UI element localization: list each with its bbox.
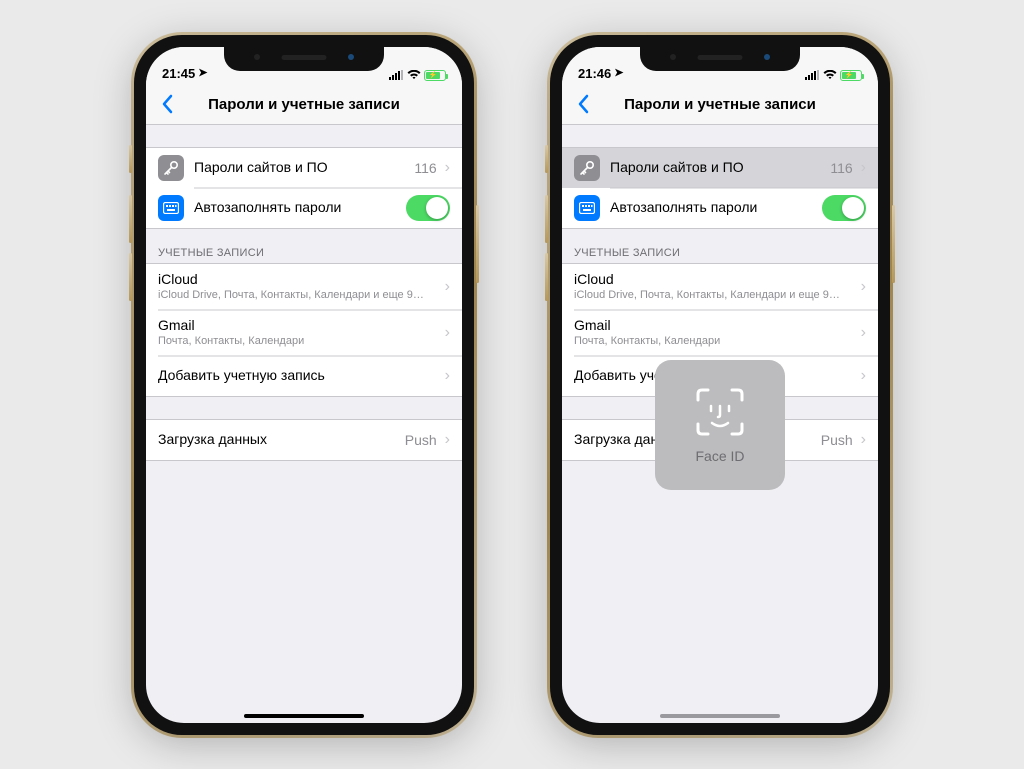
fetch-value: Push xyxy=(821,432,853,448)
status-time: 21:46 xyxy=(578,66,611,81)
passwords-cell[interactable]: Пароли сайтов и ПО 116 › xyxy=(562,148,878,188)
faceid-label: Face ID xyxy=(695,448,744,464)
accounts-header: УЧЕТНЫЕ ЗАПИСИ xyxy=(146,229,462,263)
account-icloud[interactable]: iCloud iCloud Drive, Почта, Контакты, Ка… xyxy=(562,264,878,310)
keyboard-icon xyxy=(158,195,184,221)
home-indicator[interactable] xyxy=(244,714,364,718)
wifi-icon xyxy=(823,70,837,80)
battery-icon: ⚡ xyxy=(840,70,862,81)
autofill-switch[interactable] xyxy=(822,195,866,221)
chevron-right-icon: › xyxy=(861,324,866,342)
chevron-right-icon: › xyxy=(445,324,450,342)
wifi-icon xyxy=(407,70,421,80)
back-button[interactable] xyxy=(154,94,180,114)
passwords-count: 116 xyxy=(414,160,436,176)
autofill-label: Автозаполнять пароли xyxy=(610,199,822,216)
add-account-cell[interactable]: Добавить учетную запись › xyxy=(146,356,462,396)
chevron-right-icon: › xyxy=(445,159,450,177)
settings-content: Пароли сайтов и ПО 116 › Автозаполнять п… xyxy=(146,125,462,723)
chevron-right-icon: › xyxy=(861,367,866,385)
autofill-label: Автозаполнять пароли xyxy=(194,199,406,216)
fetch-cell[interactable]: Загрузка данных Push › xyxy=(146,420,462,460)
account-subtitle: Почта, Контакты, Календари xyxy=(574,335,857,348)
chevron-right-icon: › xyxy=(445,367,450,385)
phone-right: 21:46 ➤ ⚡ Пароли и учетные записи xyxy=(550,35,890,735)
autofill-cell[interactable]: Автозаполнять пароли xyxy=(562,188,878,228)
nav-bar: Пароли и учетные записи xyxy=(562,85,878,125)
account-gmail[interactable]: Gmail Почта, Контакты, Календари › xyxy=(562,310,878,356)
status-time: 21:45 xyxy=(162,66,195,81)
nav-bar: Пароли и учетные записи xyxy=(146,85,462,125)
autofill-cell[interactable]: Автозаполнять пароли xyxy=(146,188,462,228)
nav-title: Пароли и учетные записи xyxy=(146,96,462,113)
chevron-right-icon: › xyxy=(861,431,866,449)
account-gmail[interactable]: Gmail Почта, Контакты, Календари › xyxy=(146,310,462,356)
faceid-popup: Face ID xyxy=(655,360,785,490)
account-title: iCloud xyxy=(574,271,857,288)
key-icon xyxy=(158,155,184,181)
faceid-icon xyxy=(694,386,746,438)
signal-icon xyxy=(389,70,404,80)
account-subtitle: iCloud Drive, Почта, Контакты, Календари… xyxy=(158,289,441,302)
passwords-cell[interactable]: Пароли сайтов и ПО 116 › xyxy=(146,148,462,188)
autofill-switch[interactable] xyxy=(406,195,450,221)
passwords-label: Пароли сайтов и ПО xyxy=(610,159,830,176)
fetch-value: Push xyxy=(405,432,437,448)
location-icon: ➤ xyxy=(198,66,207,79)
account-subtitle: Почта, Контакты, Календари xyxy=(158,335,441,348)
account-title: Gmail xyxy=(574,317,857,334)
passwords-count: 116 xyxy=(830,160,852,176)
nav-title: Пароли и учетные записи xyxy=(562,96,878,113)
chevron-right-icon: › xyxy=(445,431,450,449)
key-icon xyxy=(574,155,600,181)
signal-icon xyxy=(805,70,820,80)
chevron-right-icon: › xyxy=(861,278,866,296)
phone-left: 21:45 ➤ ⚡ Пароли и учетные записи xyxy=(134,35,474,735)
notch xyxy=(224,47,384,71)
chevron-right-icon: › xyxy=(861,159,866,177)
account-title: Gmail xyxy=(158,317,441,334)
add-account-label: Добавить учетную запись xyxy=(158,367,441,384)
account-subtitle: iCloud Drive, Почта, Контакты, Календари… xyxy=(574,289,857,302)
fetch-label: Загрузка данных xyxy=(158,431,405,448)
location-icon: ➤ xyxy=(614,66,623,79)
accounts-header: УЧЕТНЫЕ ЗАПИСИ xyxy=(562,229,878,263)
battery-icon: ⚡ xyxy=(424,70,446,81)
keyboard-icon xyxy=(574,195,600,221)
chevron-right-icon: › xyxy=(445,278,450,296)
account-title: iCloud xyxy=(158,271,441,288)
notch xyxy=(640,47,800,71)
back-button[interactable] xyxy=(570,94,596,114)
passwords-label: Пароли сайтов и ПО xyxy=(194,159,414,176)
home-indicator[interactable] xyxy=(660,714,780,718)
account-icloud[interactable]: iCloud iCloud Drive, Почта, Контакты, Ка… xyxy=(146,264,462,310)
